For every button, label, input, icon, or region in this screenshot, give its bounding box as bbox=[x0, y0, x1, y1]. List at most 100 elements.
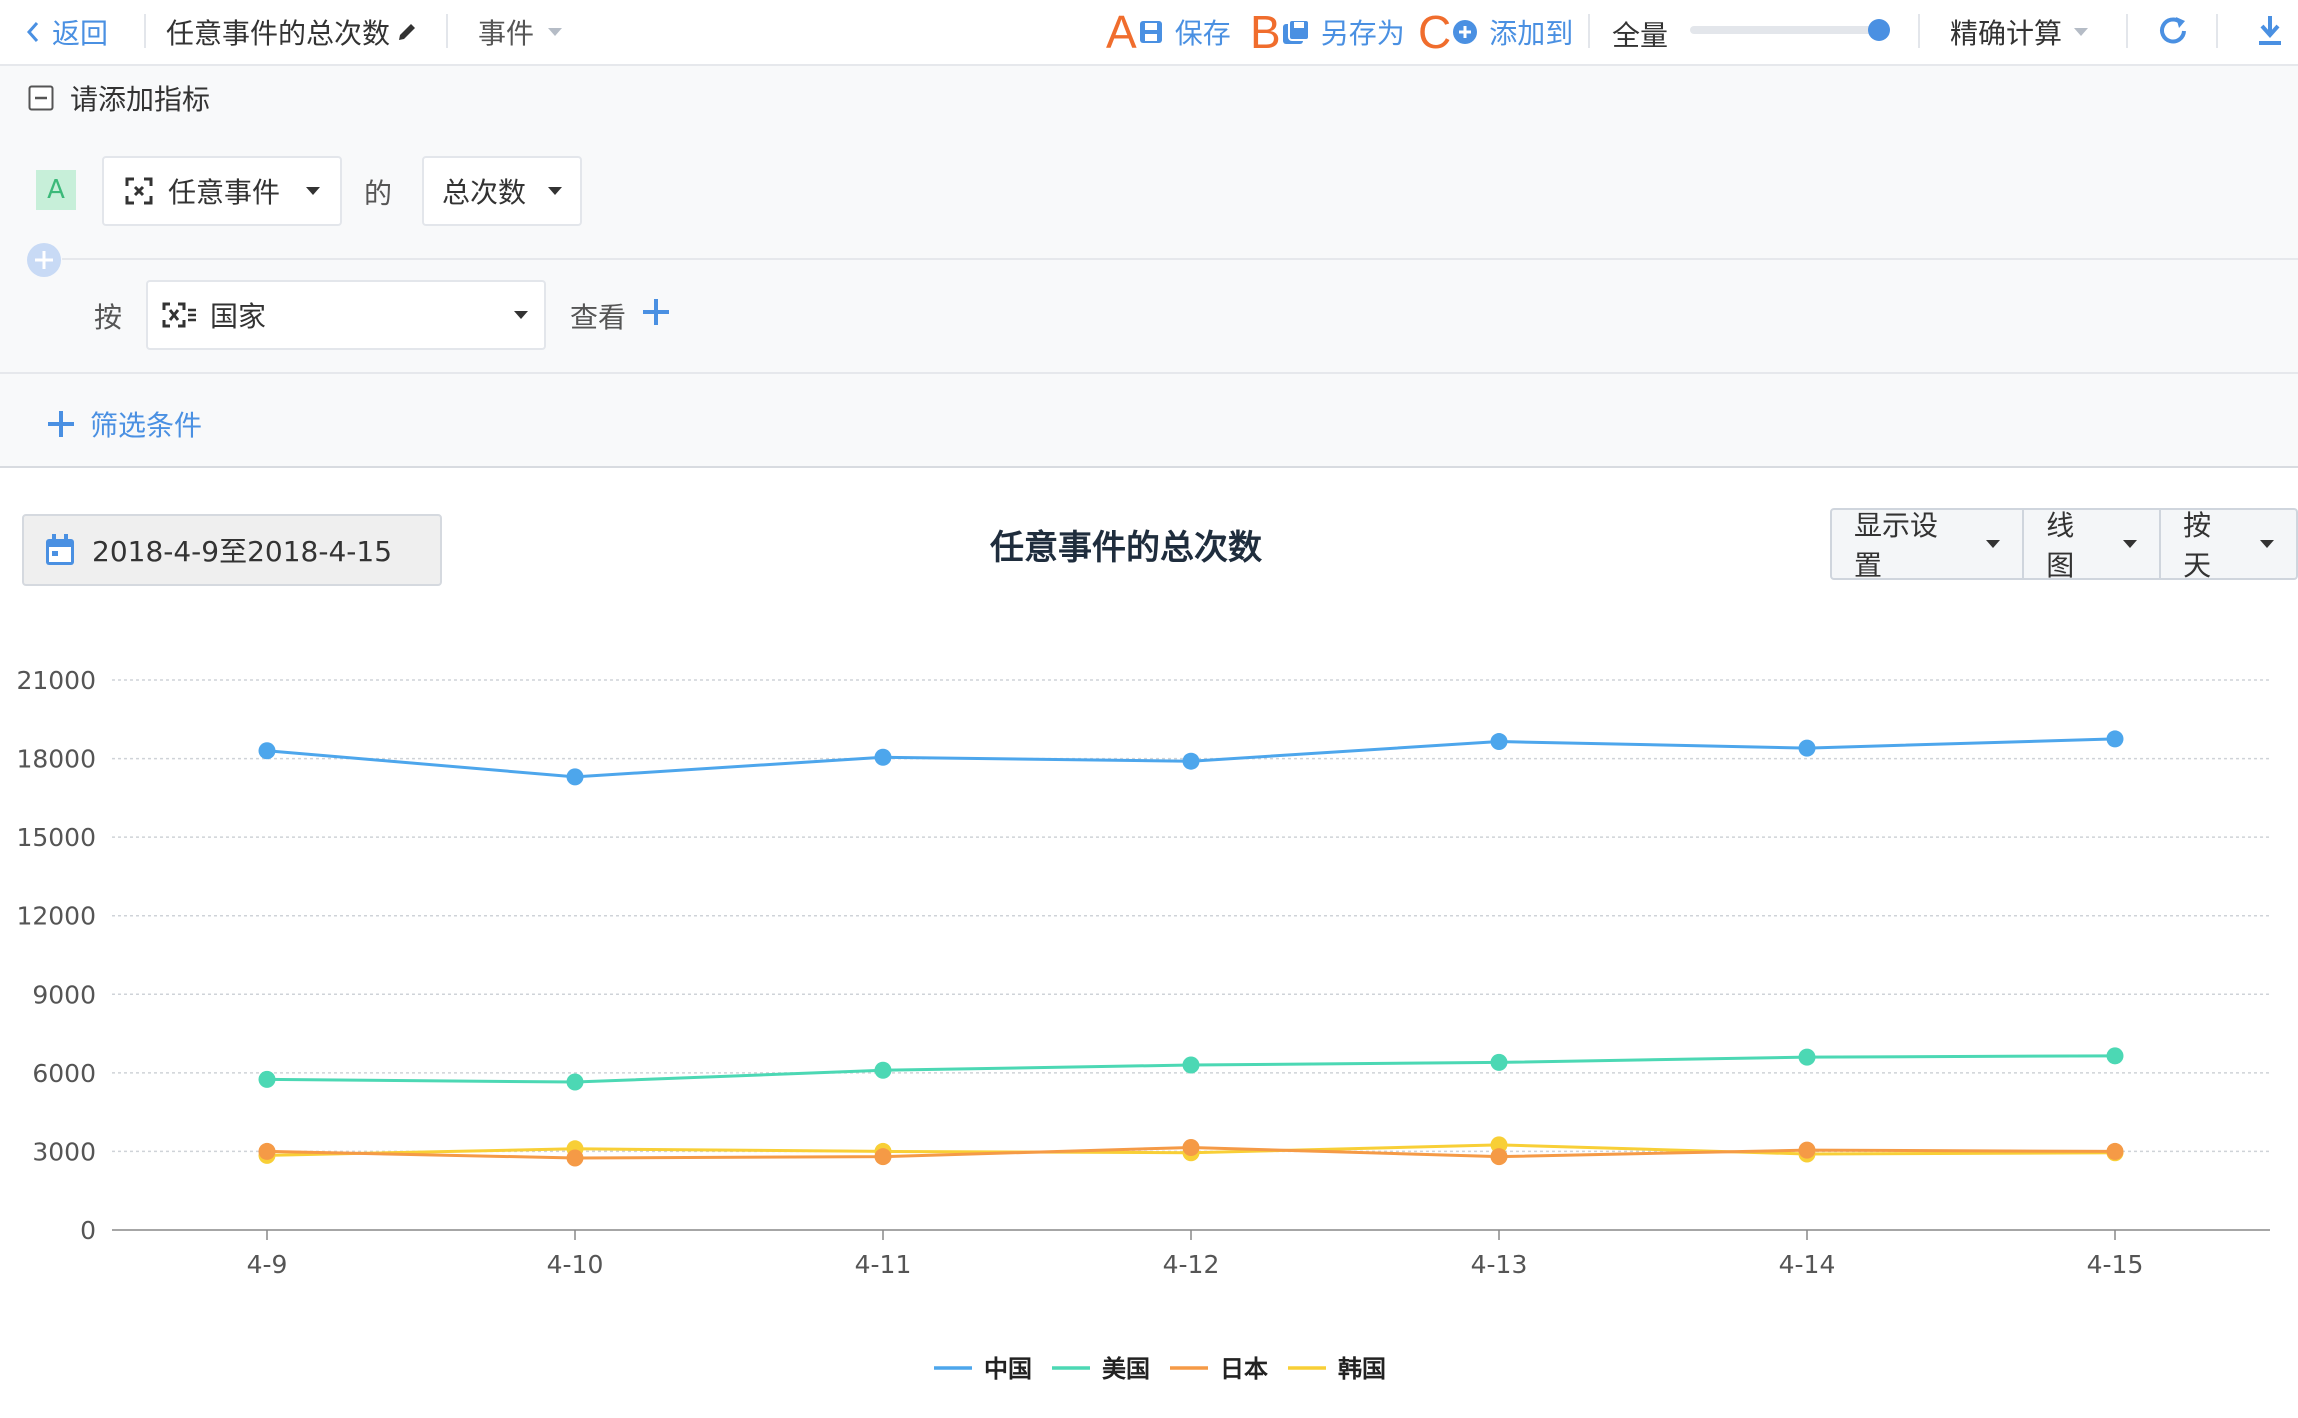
add-to-button[interactable]: C 添加到 bbox=[1418, 6, 1573, 58]
measure-select-label: 总次数 bbox=[442, 176, 527, 209]
group-by-select[interactable]: 国家 bbox=[146, 280, 546, 350]
x-tick-label: 4-9 bbox=[247, 1250, 288, 1279]
legend-label: 韩国 bbox=[1338, 1355, 1386, 1383]
calc-mode-label: 精确计算 bbox=[1950, 17, 2063, 50]
collapse-icon[interactable] bbox=[28, 85, 54, 111]
step-letter: C bbox=[1418, 6, 1452, 58]
legend-label: 美国 bbox=[1102, 1355, 1150, 1383]
save-as-label: 另存为 bbox=[1320, 17, 1405, 50]
event-select[interactable]: 任意事件 bbox=[102, 156, 342, 226]
add-group-icon[interactable] bbox=[640, 296, 672, 328]
event-select-label: 任意事件 bbox=[168, 176, 281, 209]
granularity-label: 按天 bbox=[2183, 509, 2212, 582]
data-point bbox=[1182, 1056, 1200, 1074]
legend-label: 日本 bbox=[1220, 1355, 1268, 1383]
data-point bbox=[2106, 1142, 2124, 1160]
caret-down-icon bbox=[2123, 540, 2138, 548]
property-icon bbox=[162, 302, 196, 328]
measure-select[interactable]: 总次数 bbox=[422, 156, 582, 226]
caret-down-icon bbox=[548, 187, 562, 195]
divider bbox=[1918, 14, 1920, 48]
calc-mode-dropdown[interactable]: 精确计算 bbox=[1950, 12, 2089, 52]
x-tick-label: 4-12 bbox=[1163, 1250, 1220, 1279]
legend-label: 中国 bbox=[984, 1355, 1032, 1383]
divider bbox=[144, 14, 146, 48]
chevron-down-icon bbox=[2074, 28, 2089, 36]
y-tick-label: 0 bbox=[80, 1216, 96, 1245]
data-point bbox=[874, 748, 892, 766]
line-chart: 0 3000 6000 9000 12000 15000 18000 21000 4-9 4-10… bbox=[16, 666, 2270, 1383]
analysis-type-dropdown[interactable]: 事件 bbox=[478, 12, 563, 52]
divider bbox=[2126, 14, 2128, 48]
caret-down-icon bbox=[2260, 540, 2274, 548]
add-to-label: 添加到 bbox=[1489, 17, 1574, 50]
refresh-icon[interactable] bbox=[2154, 12, 2192, 50]
chart-controls: 显示设置 线图 按天 bbox=[1830, 508, 2298, 582]
data-point bbox=[566, 1073, 584, 1091]
divider bbox=[62, 258, 2298, 260]
y-tick-label: 21000 bbox=[16, 666, 96, 695]
save-button[interactable]: A 保存 bbox=[1106, 6, 1231, 58]
data-point bbox=[1490, 1053, 1508, 1071]
report-title-text: 任意事件的总次数 bbox=[166, 17, 391, 50]
data-point bbox=[2106, 730, 2124, 748]
x-tick-label: 4-10 bbox=[547, 1250, 604, 1279]
pencil-icon[interactable] bbox=[394, 19, 420, 45]
data-point bbox=[1490, 733, 1508, 751]
sampling-label: 全量 bbox=[1612, 19, 1669, 52]
event-icon bbox=[125, 177, 153, 205]
plus-icon bbox=[48, 411, 74, 437]
back-button[interactable]: 返回 bbox=[24, 12, 108, 52]
y-tick-label: 9000 bbox=[32, 980, 96, 1009]
date-range-picker[interactable]: 2018-4-9至2018-4-15 bbox=[22, 514, 442, 586]
analysis-type-label: 事件 bbox=[478, 17, 535, 50]
data-point bbox=[1182, 1139, 1200, 1156]
divider bbox=[2216, 14, 2218, 48]
metric-badge: A bbox=[36, 170, 76, 210]
query-panel: 请添加指标 A 任意事件 的 总次数 按 国家 查看 筛选条件 bbox=[0, 66, 2298, 466]
add-metric-icon[interactable] bbox=[26, 242, 62, 278]
chevron-left-icon bbox=[26, 22, 39, 42]
report-title[interactable]: 任意事件的总次数 bbox=[166, 12, 420, 52]
data-point bbox=[1490, 1148, 1508, 1166]
display-settings-label: 显示设置 bbox=[1854, 509, 1939, 582]
caret-down-icon bbox=[514, 311, 528, 319]
data-point bbox=[258, 742, 276, 760]
chevron-down-icon bbox=[548, 28, 563, 36]
group-by-select-label: 国家 bbox=[210, 300, 267, 333]
sampling-slider[interactable] bbox=[1690, 19, 1890, 41]
granularity-dropdown[interactable]: 按天 bbox=[2161, 509, 2296, 582]
display-settings-dropdown[interactable]: 显示设置 bbox=[1832, 509, 2025, 582]
divider bbox=[446, 14, 448, 48]
x-tick-label: 4-11 bbox=[855, 1250, 912, 1279]
data-point bbox=[1798, 1048, 1816, 1066]
divider bbox=[1588, 14, 1590, 48]
chart-type-label: 线图 bbox=[2046, 509, 2075, 582]
chart-type-dropdown[interactable]: 线图 bbox=[2024, 509, 2162, 582]
date-range-label: 2018-4-9至2018-4-15 bbox=[92, 535, 393, 568]
divider bbox=[0, 466, 2298, 468]
sampling-slider-handle[interactable] bbox=[1868, 19, 1890, 41]
data-point bbox=[874, 1061, 892, 1079]
y-tick-label: 15000 bbox=[16, 823, 96, 852]
step-letter: A bbox=[1106, 6, 1137, 58]
data-point bbox=[2106, 1047, 2124, 1065]
x-tick-label: 4-13 bbox=[1471, 1250, 1528, 1279]
data-point bbox=[1798, 1141, 1816, 1159]
metric-badge-letter: A bbox=[47, 175, 65, 205]
of-label: 的 bbox=[364, 177, 393, 210]
download-icon[interactable] bbox=[2254, 12, 2286, 48]
metrics-header[interactable]: 请添加指标 bbox=[28, 78, 210, 118]
y-tick-label: 12000 bbox=[16, 902, 96, 931]
add-filter-button[interactable]: 筛选条件 bbox=[46, 402, 202, 446]
x-tick-label: 4-14 bbox=[1779, 1250, 1836, 1279]
save-as-button[interactable]: B 另存为 bbox=[1250, 6, 1405, 58]
x-tick-label: 4-15 bbox=[2087, 1250, 2144, 1279]
chart-title: 任意事件的总次数 bbox=[990, 528, 1262, 568]
data-point bbox=[566, 768, 584, 786]
y-tick-label: 3000 bbox=[32, 1137, 96, 1166]
y-tick-label: 6000 bbox=[32, 1059, 96, 1088]
event-select-content: 任意事件 bbox=[124, 171, 280, 211]
caret-down-icon bbox=[1986, 540, 2001, 548]
save-label: 保存 bbox=[1174, 17, 1231, 50]
